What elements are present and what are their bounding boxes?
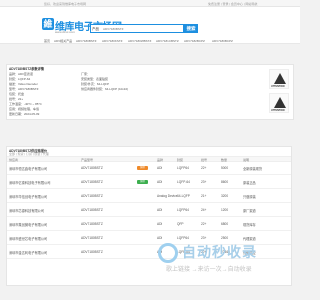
supplier-name[interactable]: 深圳市华信创电子有限公司 (9, 194, 79, 199)
nav-item-6[interactable]: ADV7180BCPZ (212, 39, 233, 43)
batch: 22+ (201, 166, 207, 170)
spec-package: 封装：LQFP-64 (9, 77, 31, 81)
nav-item-related[interactable]: ADV相关产品 (54, 39, 72, 43)
brand: ADI (157, 166, 163, 170)
product-model[interactable]: ADV7180BSTZ (81, 166, 131, 170)
table-row[interactable]: 深圳市集创微电子有限公司 ADV7180BSTZ ADI QFP 22+ 680… (7, 218, 291, 231)
spec-model: 型号：ADV7180BSTZ (9, 87, 39, 91)
logo-url: www.dzsc.com (55, 30, 75, 34)
watermark-logo-icon (158, 243, 178, 263)
quantity: 8600 (221, 180, 229, 184)
attention-label: ATTENTION (271, 109, 285, 112)
spec-date: 更新日期：2024-05-09 (9, 112, 40, 116)
supplier-name[interactable]: 深圳市集创微电子有限公司 (9, 222, 79, 227)
brand: Analog Devices (157, 194, 177, 198)
search-input[interactable] (103, 26, 183, 32)
spec-temp: 工作温度：-40°C ~ 85°C (9, 102, 42, 106)
note: 全新原装现货 (243, 167, 263, 171)
package: LQFP-64 (177, 180, 190, 184)
quantity: 5000 (221, 166, 229, 170)
supplier-name[interactable]: 深圳市芯源科技有限公司 (9, 208, 79, 213)
supplier-name[interactable]: 深圳市盛世芯电子有限公司 (9, 236, 79, 241)
top-links[interactable]: 免费注册 | 登录 | 会员中心 | 网站导航 (208, 2, 257, 6)
note: 原装正品 (243, 181, 256, 185)
attention-image: ATTENTION (269, 69, 289, 89)
product-model[interactable]: ADV7180BSTZ (81, 250, 131, 254)
spec-mount: 安装类型：表面贴装 (81, 77, 109, 81)
spec-supplier-package: 供应商器件封装：64-LQFP (10x10) (81, 87, 129, 91)
product-model[interactable]: ADV7180BSTZ (81, 180, 131, 184)
note: 现货库存 (243, 223, 256, 227)
supplier-name[interactable]: 深圳市亿泰科技电子有限公司 (9, 180, 79, 185)
note: 原厂渠道 (243, 209, 256, 213)
package: LQFP64 (177, 208, 189, 212)
spec-manufacturer: 厂家： (81, 72, 91, 76)
quantity: 3200 (221, 194, 229, 198)
spec-packing: 包装：托盘 (9, 92, 25, 96)
watermark: 自动秒收录 歌上链接 →来访一次→自动收录 (158, 240, 278, 280)
product-model[interactable]: ADV7180BSTZ (81, 236, 131, 240)
nav-bar: 首页 ADV相关产品 ADV7180BSTZ ADV7180KSTZ ADV71… (0, 37, 300, 44)
site-logo[interactable]: 維 维库电子市场网 www.dzsc.com (42, 17, 122, 35)
batch: 21+ (201, 194, 207, 198)
top-bar: 您好，欢迎来到维库电子市场网 免费注册 | 登录 | 会员中心 | 网站导航 (0, 0, 300, 7)
package: LQFP64 (177, 166, 189, 170)
detail-card: ADV7180BSTZ参数详情 品牌：ADI/亚德诺 封装：LQFP-64 描述… (6, 64, 294, 120)
attention-image-2: ATTENTION (269, 93, 289, 113)
header: 維 维库电子市场网 www.dzsc.com 产品 搜索 (0, 7, 300, 37)
inquiry-button[interactable]: 询价 (137, 180, 148, 184)
watermark-title: 自动秒收录 (182, 244, 257, 260)
warning-icon (274, 73, 286, 84)
nav-item-home[interactable]: 首页 (44, 39, 50, 43)
welcome-text: 您好，欢迎来到维库电子市场网 (44, 2, 87, 6)
product-model[interactable]: ADV7180BSTZ (81, 222, 131, 226)
spec-brand: 品牌：ADI/亚德诺 (9, 72, 33, 76)
quantity: 1200 (221, 208, 229, 212)
watermark-subtitle: 歌上链接 →来访一次→自动收录 (166, 267, 252, 273)
attention-label: ATTENTION (271, 85, 285, 88)
spec-app: 应用：视频处理，车载 (9, 107, 40, 111)
search-type-select[interactable]: 产品 (92, 26, 102, 32)
table-row[interactable]: 深圳市华信创电子有限公司 ADV7180BSTZ Analog Devices … (7, 190, 291, 203)
package: QFP (177, 222, 184, 226)
search-box: 产品 (90, 24, 184, 33)
brand: ADI (157, 222, 163, 226)
batch: 22+ (201, 222, 207, 226)
nav-item-2[interactable]: ADV7180KSTZ (102, 39, 123, 43)
brand: ADI (157, 180, 163, 184)
logo-mark-icon: 維 (42, 18, 54, 30)
brand: ADI (157, 208, 163, 212)
warning-icon (274, 97, 286, 108)
detail-title: ADV7180BSTZ参数详情 (9, 67, 44, 71)
spec-batch: 批号：22+ (9, 97, 24, 101)
batch: 24+ (201, 208, 207, 212)
spec-desc: 描述：Video Decoder (9, 82, 38, 86)
table-row[interactable]: 深圳市芯源科技有限公司 ADV7180BSTZ ADI LQFP64 24+ 1… (7, 204, 291, 217)
search-button[interactable]: 搜索 (184, 24, 198, 33)
nav-item-5[interactable]: ADV7182BCPZ (184, 39, 205, 43)
product-model[interactable]: ADV7180BSTZ (81, 208, 131, 212)
nav-item-1[interactable]: ADV7180BSTZ (76, 39, 97, 43)
quantity: 6800 (221, 222, 229, 226)
spec-case: 封装/外壳：64-LQFP (81, 82, 110, 86)
supplier-name[interactable]: 深圳市恒达鑫电子有限公司 (9, 166, 79, 171)
table-row[interactable]: 深圳市亿泰科技电子有限公司 ADV7180BSTZ 询价 ADI LQFP-64… (7, 176, 291, 189)
table-row[interactable]: 深圳市恒达鑫电子有限公司 ADV7180BSTZ 询价 ADI LQFP64 2… (7, 162, 291, 175)
nav-item-3[interactable]: ADV7180WBSTZ (128, 39, 151, 43)
inquiry-button[interactable]: 询价 (137, 166, 148, 170)
product-model[interactable]: ADV7180BSTZ (81, 194, 131, 198)
supplier-name[interactable]: 深圳市金达利电子有限公司 (9, 250, 79, 255)
package: 64-LQFP (177, 194, 190, 198)
nav-item-4[interactable]: ADV7181CBSTZ (156, 39, 179, 43)
batch: 23+ (201, 180, 207, 184)
note: 只做原装 (243, 195, 256, 199)
